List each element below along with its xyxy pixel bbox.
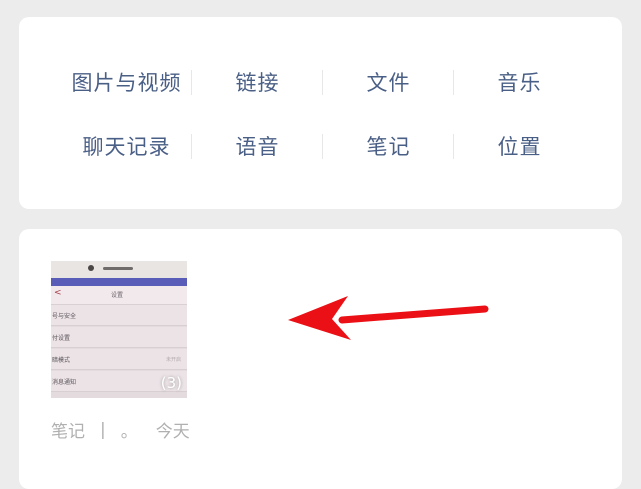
phone-status-bar: [51, 278, 187, 286]
category-chat-history[interactable]: 聊天记录: [61, 131, 192, 161]
phone-setting-label: 消息通知: [52, 378, 77, 386]
phone-setting-value: 未开启: [165, 356, 181, 363]
phone-setting-label: 暗模式: [52, 356, 71, 364]
phone-setting-row: 付设置: [51, 327, 187, 348]
category-music[interactable]: 音乐: [454, 67, 585, 97]
image-count-badge: (3): [160, 374, 182, 392]
category-location[interactable]: 位置: [454, 131, 585, 161]
phone-top-bezel: [51, 261, 187, 278]
phone-setting-label: 号与安全: [52, 312, 77, 320]
phone-setting-row: 暗模式 未开启: [51, 349, 187, 370]
note-date: 今天: [155, 422, 190, 442]
note-result-card[interactable]: < 设置 号与安全 付设置 暗模式 未开启 消息通知 (3) 笔记 | 。 今天: [19, 229, 622, 489]
note-thumbnail[interactable]: < 设置 号与安全 付设置 暗模式 未开启 消息通知 (3): [51, 261, 187, 398]
search-category-panel: 图片与视频 链接 文件 音乐 聊天记录 语音 笔记 位置: [19, 17, 622, 209]
arrow-shaft: [338, 305, 489, 324]
phone-nav-title: 设置: [111, 292, 124, 299]
phone-camera-icon: [88, 265, 94, 271]
note-title-text: 。: [120, 422, 138, 442]
red-arrow-icon: [288, 296, 489, 340]
category-links[interactable]: 链接: [192, 67, 323, 97]
phone-nav-bar: < 设置: [51, 286, 187, 305]
category-notes[interactable]: 笔记: [323, 131, 454, 161]
note-meta: 笔记 | 。 今天: [51, 417, 190, 443]
phone-speaker-icon: [103, 267, 133, 270]
back-chevron-icon: <: [54, 288, 62, 298]
phone-setting-row: 号与安全: [51, 305, 187, 326]
category-images-videos[interactable]: 图片与视频: [61, 67, 192, 97]
category-row: 图片与视频 链接 文件 音乐: [19, 67, 622, 97]
note-type-label: 笔记: [51, 422, 85, 442]
meta-separator: |: [100, 419, 106, 440]
category-files[interactable]: 文件: [323, 67, 454, 97]
category-voice[interactable]: 语音: [192, 131, 323, 161]
phone-setting-label: 付设置: [52, 334, 71, 342]
category-row: 聊天记录 语音 笔记 位置: [19, 131, 622, 161]
